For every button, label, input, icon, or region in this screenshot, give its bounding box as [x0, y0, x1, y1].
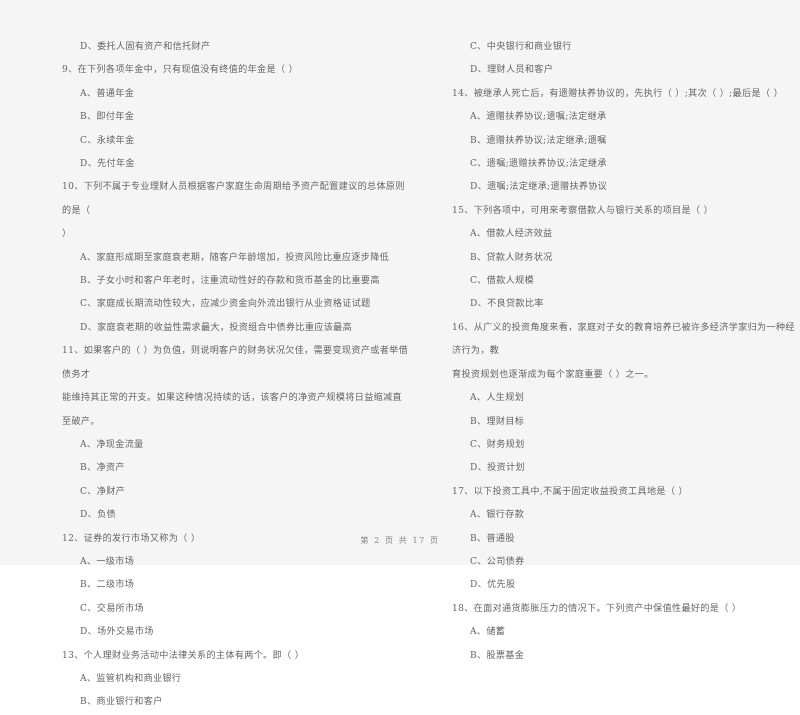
question-15: 15、下列各项中，可用来考察借款人与银行关系的项目是（ ） A、借款人经济效益 …: [452, 200, 800, 317]
question-stem: 15、下列各项中，可用来考察借款人与银行关系的项目是（ ）: [452, 205, 714, 216]
question-stem: 18、在面对通货膨胀压力的情况下。下列资产中保值性最好的是（ ）: [452, 603, 742, 614]
option-item: D、场外交易市场: [80, 627, 154, 638]
question-stem-continuation: ）: [62, 229, 72, 240]
option-item: C、公司债券: [470, 556, 525, 567]
option-item: A、监管机构和商业银行: [80, 673, 182, 684]
option-item: D、投资计划: [470, 463, 525, 474]
question-stem: 9、在下列各项年金中，只有现值没有终值的年金是（ ）: [62, 65, 299, 76]
question-stem: 10、下列不属于专业理财人员根据客户家庭生命周期给予资产配置建议的总体原则的是（: [62, 182, 405, 216]
option-item: B、理财目标: [470, 416, 525, 427]
question-stem: 16、从广义的投资角度来看，家庭对子女的教育培养已被许多经济学家归为一种经济行为…: [452, 322, 795, 357]
option-item: B、股票基金: [470, 650, 525, 661]
option-item: B、净资产: [80, 463, 125, 474]
option-item: A、银行存款: [470, 510, 525, 521]
option-item: B、商业银行和客户: [80, 697, 163, 708]
left-column: D、委托人固有资产和信托财产 9、在下列各项年金中，只有现值没有终值的年金是（ …: [0, 36, 408, 715]
question-stem: 11、如果客户的（ ）为负值，则说明客户的财务状况欠佳，需要变现资产或者举借债务…: [62, 346, 409, 380]
option-item: D、家庭衰老期的收益性需求最大，投资组合中债券比重应该最高: [80, 322, 353, 333]
option-item: A、普通年金: [80, 88, 135, 99]
option-item: C、家庭成长期流动性较大，应减少资金向外流出银行从业资格证试题: [80, 299, 371, 310]
option-item: D、优先股: [470, 580, 516, 591]
question-stem: 14、被继承人死亡后，有遗赠扶养协议的，先执行（ ）;其次（ ）;最后是（ ）: [452, 88, 784, 99]
option-item: D、委托人固有资产和信托财产: [80, 42, 211, 52]
question-stem: 17、以下投资工具中,不属于固定收益投资工具地是（ ）: [452, 486, 688, 497]
question-16: 16、从广义的投资角度来看，家庭对子女的教育培养已被许多经济学家归为一种经济行为…: [452, 317, 800, 481]
question-9: 9、在下列各项年金中，只有现值没有终值的年金是（ ） A、普通年金 B、即付年金…: [62, 59, 400, 176]
option-item: B、遗赠扶养协议;法定继承;遗嘱: [470, 135, 607, 146]
two-column-body: D、委托人固有资产和信托财产 9、在下列各项年金中，只有现值没有终值的年金是（ …: [0, 36, 800, 715]
option-item: C、净财产: [80, 486, 126, 497]
question-18: 18、在面对通货膨胀压力的情况下。下列资产中保值性最好的是（ ） A、储蓄 B、…: [452, 598, 800, 668]
option-item: B、即付年金: [80, 112, 135, 123]
option-item: A、借款人经济效益: [470, 229, 553, 240]
option-item: A、净现金流量: [80, 439, 144, 450]
option-item: B、子女小时和客户年老时，注重流动性好的存款和货币基金的比重要高: [80, 276, 380, 287]
option-item: D、理财人员和客户: [470, 65, 554, 76]
scanned-page: D、委托人固有资产和信托财产 9、在下列各项年金中，只有现值没有终值的年金是（ …: [0, 0, 800, 707]
option-item: D、不良贷款比率: [470, 299, 544, 310]
option-item: C、中央银行和商业银行: [470, 42, 572, 52]
option-item: D、负债: [80, 510, 116, 521]
option-item: B、二级市场: [80, 580, 135, 591]
option-item: C、财务规划: [470, 439, 525, 450]
question-14: 14、被继承人死亡后，有遗赠扶养协议的，先执行（ ）;其次（ ）;最后是（ ） …: [452, 83, 800, 200]
right-column: C、中央银行和商业银行 D、理财人员和客户 14、被继承人死亡后，有遗赠扶养协议…: [400, 36, 800, 715]
question-stem-continuation: 能维持其正常的开支。如果这种情况持续的话，该客户的净资产规模将日益缩减直至破产。: [62, 393, 402, 427]
question-11: 11、如果客户的（ ）为负值，则说明客户的财务状况欠佳，需要变现资产或者举借债务…: [62, 340, 408, 527]
option-item: D、遗嘱;法定继承;遗赠扶养协议: [470, 182, 608, 193]
option-item: C、遗嘱;遗赠扶养协议;法定继承: [470, 159, 607, 170]
question-stem-continuation: 育投资规划也逐渐成为每个家庭重要（ ）之一。: [452, 369, 654, 380]
option-item: C、借款人规模: [470, 276, 534, 287]
question-stem: 13、个人理财业务活动中法律关系的主体有两个。即（ ）: [62, 650, 305, 661]
question-10: 10、下列不属于专业理财人员根据客户家庭生命周期给予资产配置建议的总体原则的是（…: [62, 176, 404, 340]
question-13: 13、个人理财业务活动中法律关系的主体有两个。即（ ） A、监管机构和商业银行 …: [62, 645, 400, 715]
option-item: C、交易所市场: [80, 603, 144, 614]
option-item: B、贷款人财务状况: [470, 252, 553, 263]
option-item: A、遗赠扶养协议;遗嘱;法定继承: [470, 112, 607, 123]
option-item: A、一级市场: [80, 556, 135, 567]
option-item: D、先付年金: [80, 159, 135, 170]
option-item: C、永续年金: [80, 135, 135, 146]
option-item: A、储蓄: [470, 627, 506, 638]
option-item: A、人生规划: [470, 393, 525, 404]
page-footer: 第 2 页 共 17 页: [360, 536, 440, 545]
option-item: A、家庭形成期至家庭衰老期，随客户年龄增加，投资风险比重应逐步降低: [80, 252, 390, 263]
